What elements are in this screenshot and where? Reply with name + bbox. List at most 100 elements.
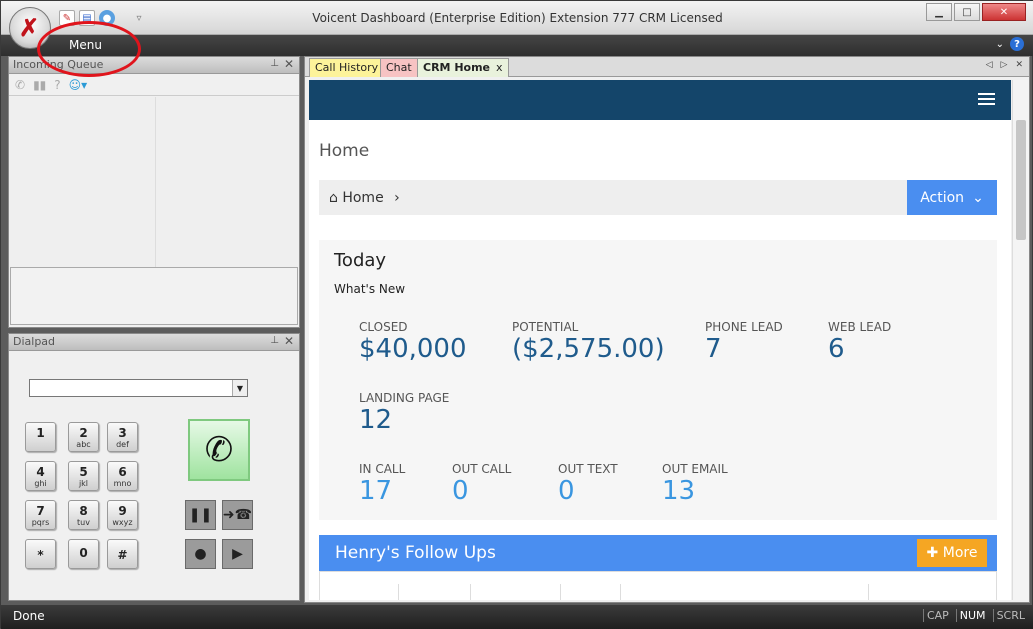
phone-icon: ✆ (204, 430, 234, 470)
stat-out-text: OUT TEXT 0 (558, 462, 618, 506)
scrl-indicator: SCRL (992, 609, 1028, 622)
stat-closed: CLOSED $40,000 (359, 320, 467, 364)
dial-key[interactable]: * (25, 539, 56, 569)
app-logo-icon: ✗ (19, 13, 40, 42)
follow-ups-title: Henry's Follow Ups (335, 543, 496, 563)
chevron-down-icon[interactable]: ⌄ (996, 39, 1004, 50)
stat-potential: POTENTIAL ($2,575.00) (512, 320, 665, 364)
whats-new-label: What's New (334, 282, 406, 296)
dial-key[interactable]: 7 pqrs (25, 500, 56, 530)
answer-icon[interactable]: ✆ (15, 78, 25, 92)
incoming-queue-panel: Incoming Queue ⊥ ✕ ✆ ▮▮ ? ☺▾ (8, 56, 300, 328)
cap-indicator: CAP (922, 609, 952, 622)
tab-chat[interactable]: Chat (380, 58, 418, 77)
table-column-divider (398, 584, 399, 600)
dial-key[interactable]: 6 mno (107, 461, 138, 491)
status-bar: Done CAP NUM SCRL (1, 605, 1033, 629)
queue-divider (155, 97, 156, 267)
follow-ups-header: Henry's Follow Ups ✚ More (319, 535, 997, 571)
highlight-circle (37, 21, 141, 77)
pin-icon[interactable]: ⊥ (270, 58, 279, 69)
num-indicator: NUM (955, 609, 989, 622)
breadcrumb-bar: ⌂ Home › Action ⌄ (319, 180, 997, 215)
pause-icon: ❚❚ (188, 507, 213, 523)
record-icon: ● (194, 546, 207, 562)
more-button[interactable]: ✚ More (917, 539, 987, 567)
close-icon[interactable]: ✕ (284, 57, 294, 71)
breadcrumb[interactable]: ⌂ Home › (329, 190, 400, 206)
tab-right-icon[interactable]: ▷ (1001, 60, 1008, 70)
breadcrumb-home[interactable]: Home (342, 190, 383, 206)
help-icon[interactable]: ? (1010, 37, 1024, 51)
table-column-divider (620, 584, 621, 600)
tab-left-icon[interactable]: ◁ (986, 60, 993, 70)
page-title: Home (319, 141, 370, 161)
home-icon: ⌂ (329, 190, 338, 206)
play-icon: ▶ (232, 546, 243, 562)
stat-out-call: OUT CALL 0 (452, 462, 512, 506)
transfer-button[interactable]: ➜☎ (222, 500, 253, 530)
crm-web-view: Home ⌂ Home › Action ⌄ Today What's New C… (309, 80, 1011, 600)
dropdown-arrow-icon[interactable]: ▼ (232, 380, 247, 396)
tab-crm-home[interactable]: CRM Home x (417, 58, 509, 77)
window-controls: ▁ □ ✕ (926, 3, 1026, 21)
table-column-divider (868, 584, 869, 600)
hamburger-menu-icon[interactable] (978, 93, 995, 105)
hold-button[interactable]: ❚❚ (185, 500, 216, 530)
close-button[interactable]: ✕ (982, 3, 1026, 21)
record-button[interactable]: ● (185, 539, 216, 569)
agent-icon[interactable]: ☺▾ (69, 78, 88, 92)
tab-close-icon[interactable]: x (496, 61, 503, 74)
status-key-indicators: CAP NUM SCRL (922, 609, 1028, 622)
tab-close-all-icon[interactable]: ✕ (1015, 60, 1023, 70)
queue-detail-box (10, 267, 298, 325)
dial-key[interactable]: 9 wxyz (107, 500, 138, 530)
stat-phone-lead: PHONE LEAD 7 (705, 320, 783, 364)
minimize-button[interactable]: ▁ (926, 3, 952, 21)
pin-icon[interactable]: ⊥ (270, 335, 279, 346)
vertical-scrollbar[interactable] (1012, 80, 1029, 600)
close-icon[interactable]: ✕ (284, 334, 294, 348)
hold-icon[interactable]: ▮▮ (33, 78, 46, 92)
app-window: ✎ ▤ ● ▿ Voicent Dashboard (Enterprise Ed… (0, 0, 1033, 629)
dial-key[interactable]: 1 (25, 422, 56, 452)
dialpad-title: Dialpad (13, 335, 56, 348)
dial-key[interactable]: 2 abc (68, 422, 99, 452)
chevron-down-icon: ⌄ (972, 189, 984, 206)
table-column-divider (560, 584, 561, 600)
ribbon-right-controls: ⌄ ? (996, 37, 1024, 51)
ribbon-bar (1, 35, 1033, 56)
maximize-button[interactable]: □ (954, 3, 980, 21)
dial-key[interactable]: 5 jkl (68, 461, 99, 491)
plus-icon: ✚ (926, 545, 939, 561)
table-column-divider (470, 584, 471, 600)
status-text: Done (13, 609, 45, 623)
today-title: Today (334, 250, 387, 271)
stat-web-lead: WEB LEAD 6 (828, 320, 892, 364)
title-bar: ✎ ▤ ● ▿ Voicent Dashboard (Enterprise Ed… (1, 1, 1033, 35)
chevron-right-icon: › (394, 190, 400, 206)
stat-landing-page: LANDING PAGE 12 (359, 391, 450, 435)
tab-strip: Call History Chat CRM Home x ◁ ▷ ✕ (305, 57, 1029, 77)
panel-header: Dialpad ⊥ ✕ (9, 334, 299, 351)
dial-key[interactable]: 3 def (107, 422, 138, 452)
tab-navigation: ◁ ▷ ✕ (986, 60, 1023, 70)
queue-list[interactable] (9, 97, 299, 267)
action-button[interactable]: Action ⌄ (907, 180, 997, 215)
question-icon[interactable]: ? (54, 78, 60, 92)
dial-key[interactable]: 8 tuv (68, 500, 99, 530)
crm-header (309, 80, 1011, 120)
stat-in-call: IN CALL 17 (359, 462, 406, 506)
dial-key[interactable]: 4 ghi (25, 461, 56, 491)
follow-ups-table (319, 571, 997, 600)
dialpad-panel: Dialpad ⊥ ✕ ▼ 1 2 abc 3 def 4 ghi 5 jkl 6 mno… (8, 333, 300, 601)
dial-key[interactable]: # (107, 539, 138, 569)
stat-out-email: OUT EMAIL 13 (662, 462, 728, 506)
scrollbar-thumb[interactable] (1016, 120, 1026, 240)
call-button[interactable]: ✆ (188, 419, 250, 481)
transfer-icon: ➜☎ (222, 507, 253, 523)
play-button[interactable]: ▶ (222, 539, 253, 569)
number-select[interactable]: ▼ (29, 379, 248, 397)
dial-key[interactable]: 0 (68, 539, 99, 569)
tab-call-history[interactable]: Call History (309, 58, 385, 77)
